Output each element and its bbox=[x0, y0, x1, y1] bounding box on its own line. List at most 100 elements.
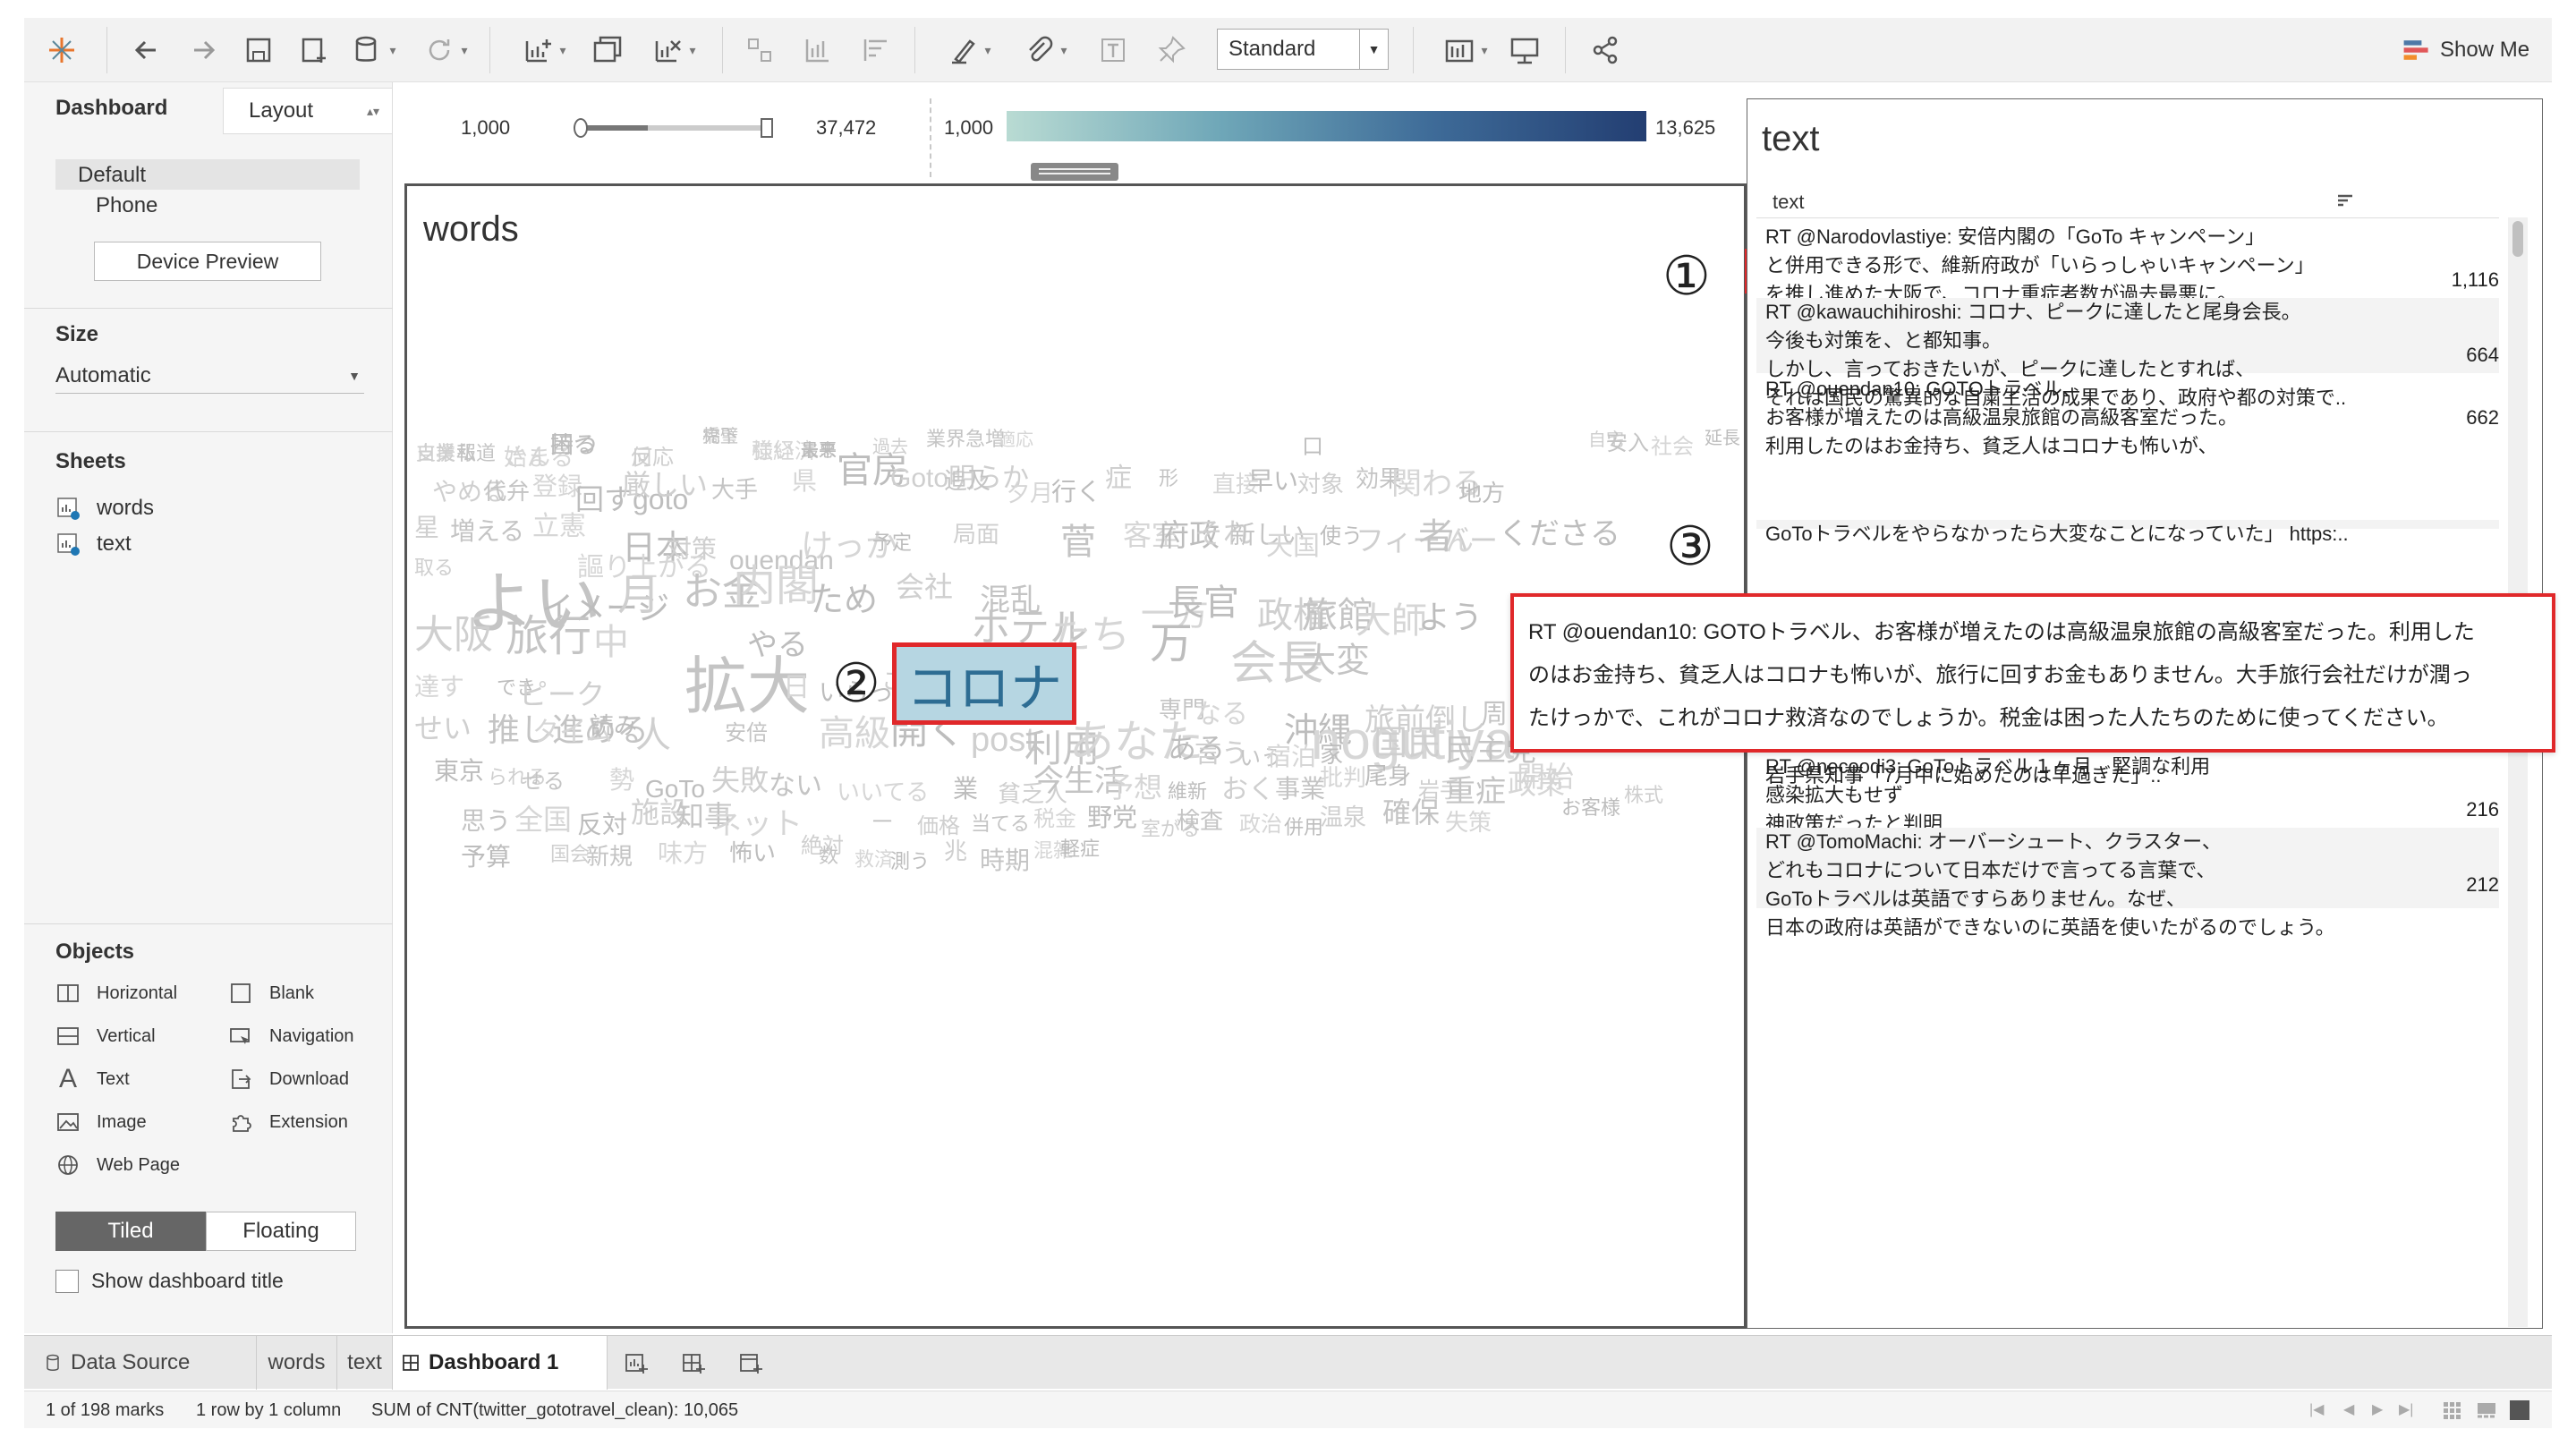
object-vertical[interactable]: Vertical bbox=[55, 1024, 156, 1049]
word-cloud-word[interactable]: 検査 bbox=[1177, 809, 1223, 832]
word-cloud-word[interactable]: 温泉 bbox=[1320, 805, 1366, 829]
word-cloud-word[interactable]: よう bbox=[1418, 601, 1483, 634]
tab-dashboard-1[interactable]: Dashboard 1 bbox=[393, 1336, 608, 1390]
word-cloud-word[interactable]: 読み bbox=[591, 714, 637, 737]
word-cloud-word[interactable]: 政策 bbox=[1508, 770, 1565, 798]
word-cloud-word[interactable]: お客様 bbox=[1561, 798, 1620, 818]
word-cloud-word[interactable]: 軽症 bbox=[1060, 839, 1100, 859]
word-cloud-word[interactable]: 日 bbox=[783, 675, 810, 702]
object-image[interactable]: Image bbox=[55, 1110, 147, 1135]
word-cloud-word[interactable]: 数 bbox=[819, 846, 838, 866]
show-cards-icon[interactable]: ▾ bbox=[1433, 27, 1496, 73]
word-cloud-word[interactable]: 怖い bbox=[729, 841, 776, 864]
word-cloud-word[interactable]: 対象 bbox=[1297, 472, 1344, 496]
word-cloud-word[interactable]: 社会 bbox=[1651, 437, 1694, 458]
word-cloud-word[interactable]: ため bbox=[810, 583, 878, 617]
word-cloud-word[interactable]: 救済 bbox=[854, 850, 894, 870]
word-cloud-word[interactable]: 大阪 bbox=[414, 616, 493, 655]
word-cloud-word[interactable]: 家 bbox=[1320, 743, 1343, 766]
word-cloud-word[interactable]: 厳しい bbox=[622, 471, 708, 499]
word-cloud-word[interactable]: 予想 bbox=[1105, 773, 1162, 802]
word-cloud-word[interactable]: 尾身 bbox=[1365, 764, 1411, 787]
first-page-icon[interactable]: |◀ bbox=[2309, 1400, 2324, 1418]
new-worksheet-tab-icon[interactable] bbox=[608, 1336, 665, 1390]
pause-updates-icon[interactable]: ▾ bbox=[346, 27, 400, 73]
word-cloud-word[interactable]: 星 bbox=[414, 515, 439, 540]
word-cloud-word[interactable]: 長官 bbox=[1168, 585, 1239, 621]
word-cloud-word[interactable]: 何 bbox=[631, 447, 652, 469]
show-dashboard-title-checkbox[interactable]: Show dashboard title bbox=[55, 1269, 284, 1293]
word-cloud-word[interactable]: 月 bbox=[617, 574, 660, 617]
word-cloud-word[interactable]: 勢 bbox=[609, 768, 634, 793]
object-navigation[interactable]: Navigation bbox=[228, 1024, 354, 1049]
scrollbar-track[interactable] bbox=[2508, 217, 2528, 1327]
show-tabs-icon[interactable] bbox=[2510, 1400, 2529, 1420]
object-text[interactable]: A Text bbox=[55, 1064, 130, 1093]
back-arrow-icon[interactable] bbox=[127, 27, 166, 73]
word-cloud-word[interactable]: 中 bbox=[593, 625, 629, 660]
tab-data-source[interactable]: Data Source bbox=[24, 1336, 257, 1390]
word-cloud-word[interactable]: 菅 bbox=[1060, 524, 1096, 560]
tiled-toggle[interactable]: Tiled bbox=[55, 1212, 206, 1251]
word-cloud-word[interactable]: せい bbox=[414, 714, 472, 743]
words-sheet[interactable]: words 自業 報道 さん 持つ 反応 橋下 様経済 最悪 過去 業界急増 適応口自宅 安入 社会 延長… bbox=[404, 183, 1747, 1329]
sort-icon[interactable] bbox=[2336, 192, 2354, 210]
floating-toggle[interactable]: Floating bbox=[206, 1212, 356, 1251]
show-grid-icon[interactable] bbox=[2442, 1400, 2463, 1420]
share-icon[interactable] bbox=[1586, 27, 1625, 73]
word-cloud-word[interactable]: 維新 bbox=[1168, 782, 1207, 802]
word-cloud-word[interactable]: 取る bbox=[414, 558, 454, 578]
new-story-tab-icon[interactable] bbox=[722, 1336, 779, 1390]
word-cloud-word[interactable]: 達す bbox=[414, 675, 464, 700]
word-cloud-word[interactable]: 全国 bbox=[514, 805, 572, 834]
word-cloud-word[interactable]: 万 bbox=[1150, 623, 1193, 666]
word-cloud-word[interactable]: 夕月 bbox=[1007, 481, 1053, 505]
word-cloud-word[interactable]: 症 bbox=[1105, 465, 1132, 492]
device-default[interactable]: Default bbox=[78, 163, 146, 188]
object-download[interactable]: Download bbox=[228, 1067, 349, 1092]
word-cloud-word[interactable]: 価格 bbox=[917, 816, 960, 838]
word-cloud-word[interactable]: 新規 bbox=[586, 845, 633, 868]
word-cloud-word[interactable]: 失敗 bbox=[711, 766, 769, 795]
word-cloud-word[interactable]: おく bbox=[1221, 777, 1275, 804]
forward-arrow-icon[interactable] bbox=[183, 27, 223, 73]
tableau-logo-icon[interactable] bbox=[42, 27, 81, 73]
word-cloud-word[interactable]: 業 bbox=[953, 777, 978, 802]
previous-page-icon[interactable]: ◀ bbox=[2343, 1400, 2354, 1418]
size-slider-right-handle[interactable] bbox=[761, 118, 773, 138]
last-page-icon[interactable]: ▶| bbox=[2399, 1400, 2413, 1418]
save-icon[interactable] bbox=[239, 27, 278, 73]
word-cloud-word[interactable]: 兆 bbox=[944, 839, 967, 863]
show-me-button[interactable]: Show Me bbox=[2401, 29, 2529, 72]
tab-dashboard[interactable]: Dashboard bbox=[24, 82, 223, 134]
size-slider-left-handle[interactable] bbox=[574, 118, 588, 138]
word-cloud-word[interactable]: 東京 bbox=[434, 759, 484, 784]
group-icon[interactable] bbox=[740, 27, 779, 73]
word-cloud-word[interactable]: 口 bbox=[1302, 437, 1323, 458]
word-cloud-word[interactable]: 県 bbox=[792, 469, 817, 494]
word-cloud-word[interactable]: 大手 bbox=[711, 478, 758, 501]
word-cloud-word[interactable]: 予定 bbox=[872, 533, 912, 553]
word-cloud-word[interactable]: 安入 bbox=[1606, 433, 1649, 455]
word-cloud-word[interactable]: 内閣 bbox=[733, 566, 819, 608]
word-cloud-word[interactable]: 業界急増 bbox=[926, 430, 1005, 449]
word-cloud-word[interactable]: くださる bbox=[1499, 519, 1620, 549]
word-cloud-word[interactable]: 高級 bbox=[819, 716, 890, 752]
word-cloud-word[interactable]: 形 bbox=[1159, 469, 1178, 489]
device-preview-button[interactable]: Device Preview bbox=[94, 242, 321, 281]
column-header-text[interactable]: text bbox=[1773, 191, 1804, 214]
word-cloud-word[interactable]: 天国 bbox=[1266, 533, 1320, 560]
presentation-mode-icon[interactable] bbox=[1505, 27, 1544, 73]
table-row[interactable]: GoToトラベルをやらなかったら大変なことになっていた」 https:.. bbox=[1765, 520, 2499, 549]
label-icon[interactable] bbox=[1093, 27, 1133, 73]
word-cloud-word[interactable]: ない bbox=[769, 773, 822, 800]
scrollbar-thumb[interactable] bbox=[2512, 221, 2523, 257]
word-cloud-word[interactable]: 事業 bbox=[1275, 777, 1325, 802]
word-cloud-word[interactable]: 困る bbox=[550, 433, 597, 456]
new-dashboard-tab-icon[interactable] bbox=[665, 1336, 722, 1390]
word-cloud-word[interactable]: 増える bbox=[450, 519, 524, 544]
word-cloud-word[interactable]: 予算 bbox=[461, 845, 511, 870]
clear-sheet-icon[interactable]: ▾ bbox=[642, 27, 704, 73]
word-cloud-word[interactable]: 支援 bbox=[416, 444, 455, 464]
word-cloud-word[interactable]: 失策 bbox=[1445, 811, 1492, 834]
